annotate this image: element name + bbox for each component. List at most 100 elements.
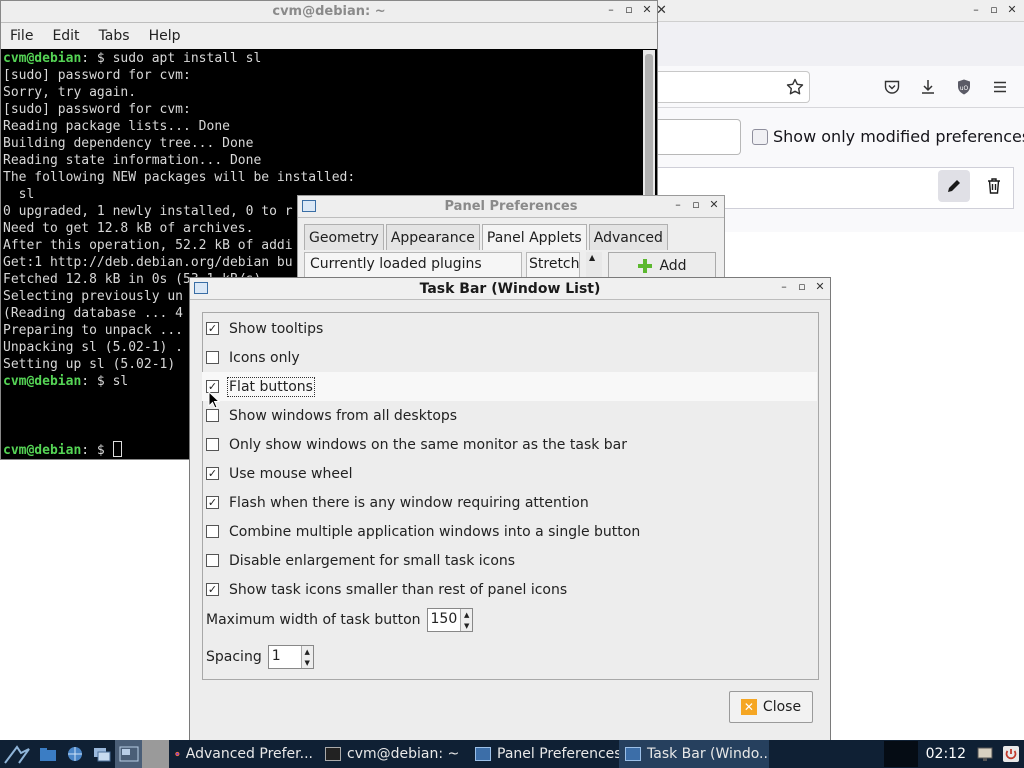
close-button[interactable]: ✕ — [814, 280, 826, 293]
maximize-button[interactable]: ▫ — [690, 198, 702, 211]
prompt-user: cvm@debian — [3, 51, 82, 66]
panel-preferences-title: Panel Preferences — [444, 199, 578, 214]
terminal-line: The following NEW packages will be insta… — [3, 170, 356, 185]
prompt-user: cvm@debian — [3, 443, 82, 458]
tab-geometry[interactable]: Geometry — [304, 224, 384, 250]
minimize-button[interactable]: – — [970, 3, 982, 16]
option-label: Disable enlargement for small task icons — [229, 552, 516, 569]
close-button[interactable]: ✕ — [1006, 3, 1018, 16]
start-menu-icon[interactable] — [0, 740, 34, 768]
window-icon — [475, 747, 491, 761]
option-combine-windows[interactable]: Combine multiple application windows int… — [202, 517, 817, 546]
spacing-spinbox[interactable]: 1 ▲ ▼ — [267, 645, 314, 669]
spacing-row: Spacing 1 ▲ ▼ — [206, 645, 314, 669]
ublock-shield-icon[interactable]: uO — [953, 76, 975, 98]
option-flat-buttons[interactable]: ✓ Flat buttons — [202, 372, 817, 401]
maximize-button[interactable]: ▫ — [796, 280, 808, 293]
spacing-value[interactable]: 1 — [269, 646, 301, 668]
terminal-line: Reading package lists... Done — [3, 119, 230, 134]
file-manager-icon[interactable] — [34, 740, 61, 768]
checkbox[interactable] — [206, 409, 219, 422]
max-width-value[interactable]: 150 — [428, 609, 461, 631]
add-label: Add — [659, 258, 687, 274]
tab-appearance[interactable]: Appearance — [385, 224, 480, 250]
plus-icon — [638, 259, 653, 273]
add-plugin-button[interactable]: Add — [608, 252, 716, 280]
terminal-line: Sorry, try again. — [3, 85, 137, 100]
option-disable-enlargement[interactable]: Disable enlargement for small task icons — [202, 546, 817, 575]
desktop-pager-1[interactable] — [115, 740, 142, 768]
column-header-stretch[interactable]: Stretch — [526, 252, 580, 278]
taskbar-dialog-titlebar[interactable]: Task Bar (Window List) – ▫ ✕ — [190, 278, 830, 300]
scroll-up-icon[interactable]: ▲ — [589, 253, 595, 262]
menu-edit[interactable]: Edit — [52, 28, 79, 44]
checkbox[interactable] — [206, 351, 219, 364]
option-flash-attention[interactable]: ✓ Flash when there is any window requirin… — [202, 488, 817, 517]
option-icons-only[interactable]: Icons only — [202, 343, 817, 372]
pocket-icon[interactable] — [881, 76, 903, 98]
delete-trash-icon[interactable] — [978, 170, 1010, 202]
spin-down-icon[interactable]: ▼ — [464, 622, 469, 630]
terminal-window-buttons: – ▫ ✕ — [605, 3, 653, 16]
desktop-pager-2[interactable] — [142, 740, 169, 768]
task-firefox[interactable]: Advanced Prefer... — [169, 740, 319, 768]
terminal-line: [sudo] password for cvm: — [3, 102, 191, 117]
task-panel-preferences[interactable]: Panel Preferences — [469, 740, 619, 768]
task-terminal[interactable]: cvm@debian: ~ — [319, 740, 469, 768]
prompt-suffix: : $ — [81, 374, 113, 389]
max-width-spinbox[interactable]: 150 ▲ ▼ — [426, 608, 474, 632]
option-smaller-icons[interactable]: ✓ Show task icons smaller than rest of pa… — [202, 575, 817, 604]
close-button[interactable]: ✕ — [708, 198, 720, 211]
option-show-tooltips[interactable]: ✓ Show tooltips — [202, 314, 817, 343]
panel-preferences-window-buttons: – ▫ ✕ — [672, 198, 720, 211]
option-label: Only show windows on the same monitor as… — [229, 436, 628, 453]
checkbox[interactable]: ✓ — [206, 467, 219, 480]
minimize-button[interactable]: – — [672, 198, 684, 211]
maximize-button[interactable]: ▫ — [623, 3, 635, 16]
minimize-button[interactable]: – — [605, 3, 617, 16]
tab-panel-applets[interactable]: Panel Applets — [481, 224, 587, 250]
option-label: Show tooltips — [229, 320, 324, 337]
column-header-plugins[interactable]: Currently loaded plugins — [304, 252, 522, 278]
menu-help[interactable]: Help — [149, 28, 181, 44]
command-text: sl — [112, 374, 129, 389]
terminal-cursor — [112, 441, 122, 457]
logout-icon[interactable] — [1002, 745, 1020, 763]
show-modified-checkbox[interactable] — [752, 129, 768, 145]
option-mouse-wheel[interactable]: ✓ Use mouse wheel — [202, 459, 817, 488]
spin-up-icon[interactable]: ▲ — [464, 611, 469, 619]
hamburger-menu-icon[interactable] — [989, 76, 1011, 98]
terminal-titlebar[interactable]: cvm@debian: ~ – ▫ ✕ — [1, 1, 657, 23]
checkbox[interactable] — [206, 525, 219, 538]
bookmark-star-icon[interactable] — [784, 76, 806, 98]
spin-arrows[interactable]: ▲ ▼ — [460, 609, 473, 631]
checkbox[interactable]: ✓ — [206, 322, 219, 335]
close-button[interactable]: ✕ — [641, 3, 653, 16]
prompt-suffix: : $ — [81, 51, 113, 66]
option-same-monitor[interactable]: Only show windows on the same monitor as… — [202, 430, 817, 459]
spin-up-icon[interactable]: ▲ — [305, 648, 310, 656]
terminal-line: [sudo] password for cvm: — [3, 68, 191, 83]
option-show-all-desktops[interactable]: Show windows from all desktops — [202, 401, 817, 430]
minimize-all-icon[interactable] — [88, 740, 115, 768]
checkbox[interactable]: ✓ — [206, 583, 219, 596]
menu-tabs[interactable]: Tabs — [99, 28, 130, 44]
web-browser-icon[interactable] — [61, 740, 88, 768]
clock[interactable]: 02:12 — [926, 746, 966, 762]
edit-pencil-icon[interactable] — [938, 170, 970, 202]
spin-down-icon[interactable]: ▼ — [305, 659, 310, 667]
option-label: Show windows from all desktops — [229, 407, 458, 424]
checkbox[interactable] — [206, 554, 219, 567]
maximize-button[interactable]: ▫ — [988, 3, 1000, 16]
menu-file[interactable]: File — [10, 28, 33, 44]
tab-advanced[interactable]: Advanced — [588, 224, 668, 250]
checkbox[interactable] — [206, 438, 219, 451]
panel-preferences-titlebar[interactable]: Panel Preferences – ▫ ✕ — [298, 196, 724, 218]
task-taskbar-dialog[interactable]: Task Bar (Windo... — [619, 740, 769, 768]
minimize-button[interactable]: – — [778, 280, 790, 293]
network-icon[interactable] — [976, 745, 994, 763]
close-button[interactable]: ✕ Close — [729, 691, 813, 723]
spin-arrows[interactable]: ▲ ▼ — [300, 646, 313, 668]
checkbox[interactable]: ✓ — [206, 496, 219, 509]
download-icon[interactable] — [917, 76, 939, 98]
